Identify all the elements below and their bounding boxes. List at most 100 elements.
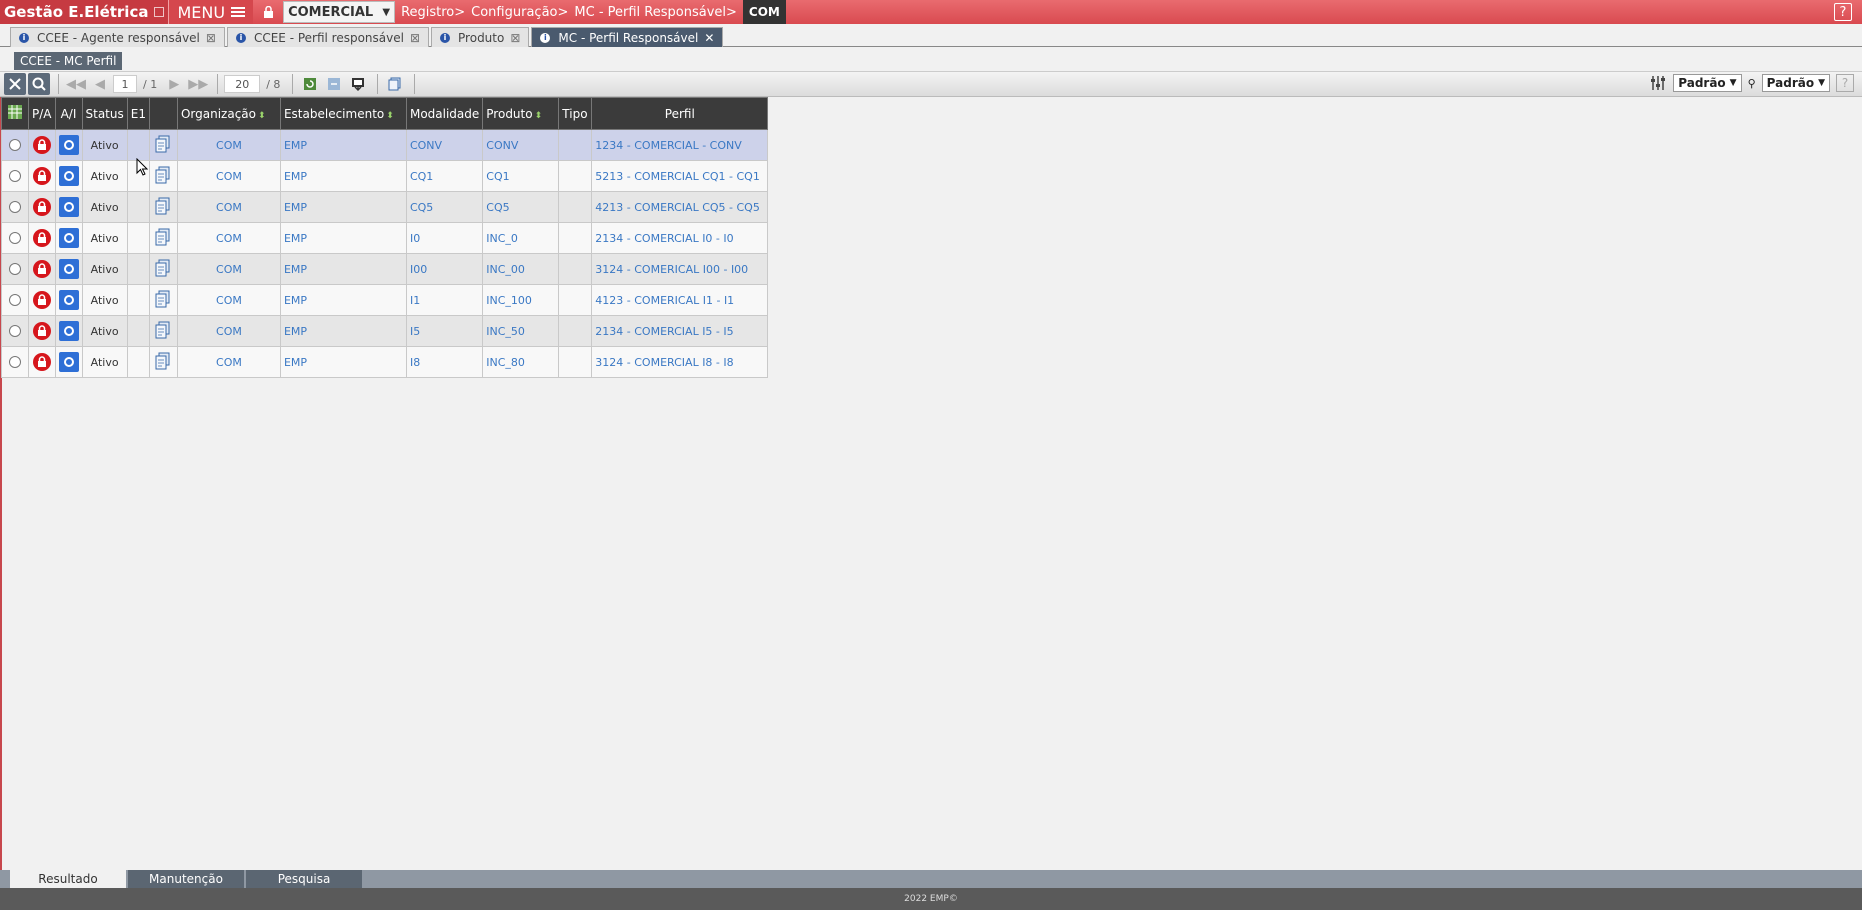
table-row[interactable]: Ativo COM EMP I0 INC_0 2134 - COMERCIAL I0 - … <box>1 222 769 254</box>
table-row[interactable]: Ativo COM EMP I8 INC_80 3124 - COMERCIAL I8 -… <box>1 346 769 378</box>
row-radio[interactable] <box>9 263 21 275</box>
row-radio[interactable] <box>9 201 21 213</box>
produto-cell[interactable]: INC_80 <box>482 346 560 378</box>
detail-cell[interactable] <box>148 191 178 223</box>
perfil-cell[interactable]: 1234 - COMERCIAL - CONV <box>591 129 769 161</box>
help-button-small[interactable]: ? <box>1836 74 1854 92</box>
lock-icon[interactable] <box>32 229 51 247</box>
ai-cell[interactable] <box>54 160 83 192</box>
close-icon[interactable]: ⊠ <box>510 31 520 45</box>
detail-cell[interactable] <box>148 222 178 254</box>
organizacao-cell[interactable]: COM <box>176 346 281 378</box>
row-select-cell[interactable] <box>1 253 29 285</box>
modalidade-cell[interactable]: I1 <box>405 284 484 316</box>
row-select-cell[interactable] <box>1 222 29 254</box>
search-button[interactable] <box>28 73 50 95</box>
lock-icon[interactable] <box>32 167 51 185</box>
column-header-status[interactable]: Status <box>81 97 128 130</box>
lock-icon[interactable] <box>32 353 51 371</box>
column-header-ai[interactable]: A/I <box>54 97 83 130</box>
modalidade-cell[interactable]: CONV <box>405 129 484 161</box>
perfil-cell[interactable]: 2134 - COMERCIAL I0 - I0 <box>591 222 769 254</box>
table-row[interactable]: Ativo COM EMP I00 INC_00 3124 - COMERICAL I00… <box>1 253 769 285</box>
toggle-active-icon[interactable] <box>58 352 79 372</box>
toggle-active-icon[interactable] <box>58 321 79 341</box>
pa-cell[interactable] <box>28 191 56 223</box>
minimize-icon[interactable] <box>154 7 165 17</box>
perfil-cell[interactable]: 4213 - COMERCIAL CQ5 - CQ5 <box>591 191 769 223</box>
view-select[interactable]: Padrão ▼ <box>1673 74 1742 92</box>
row-radio[interactable] <box>9 325 21 337</box>
document-icon[interactable] <box>155 135 171 156</box>
produto-cell[interactable]: CQ1 <box>482 160 560 192</box>
close-icon[interactable]: ⊠ <box>206 31 216 45</box>
column-header-estabelecimento[interactable]: Estabelecimento ⬍ <box>279 97 407 130</box>
organizacao-cell[interactable]: COM <box>176 160 281 192</box>
modalidade-cell[interactable]: I8 <box>405 346 484 378</box>
ai-cell[interactable] <box>54 222 83 254</box>
toggle-active-icon[interactable] <box>58 228 79 248</box>
document-icon[interactable] <box>155 352 171 373</box>
document-icon[interactable] <box>155 166 171 187</box>
table-row[interactable]: Ativo COM EMP CQ5 CQ5 4213 - COMERCIAL CQ5 - … <box>1 191 769 223</box>
row-radio[interactable] <box>9 356 21 368</box>
tab-resultado[interactable]: Resultado <box>10 870 126 888</box>
column-header-organizacao[interactable]: Organização ⬍ <box>176 97 281 130</box>
organizacao-cell[interactable]: COM <box>176 315 281 347</box>
column-header-tipo[interactable]: Tipo <box>558 97 593 130</box>
detail-cell[interactable] <box>148 315 178 347</box>
document-icon[interactable] <box>155 259 171 280</box>
ai-cell[interactable] <box>54 253 83 285</box>
table-row[interactable]: Ativo COM EMP I5 INC_50 2134 - COMERCIAL I5 -… <box>1 315 769 347</box>
lock-icon[interactable] <box>32 136 51 154</box>
detail-cell[interactable] <box>148 160 178 192</box>
estabelecimento-cell[interactable]: EMP <box>279 346 407 378</box>
subtab-ccee-mc-perfil[interactable]: CCEE - MC Perfil <box>14 52 123 70</box>
estabelecimento-cell[interactable]: EMP <box>279 222 407 254</box>
copy-button[interactable] <box>384 73 406 95</box>
pa-cell[interactable] <box>28 253 56 285</box>
ai-cell[interactable] <box>54 346 83 378</box>
organizacao-cell[interactable]: COM <box>176 284 281 316</box>
modalidade-cell[interactable]: CQ5 <box>405 191 484 223</box>
estabelecimento-cell[interactable]: EMP <box>279 160 407 192</box>
detail-cell[interactable] <box>148 129 178 161</box>
filter-select[interactable]: Padrão ▼ <box>1761 74 1830 92</box>
last-page-button[interactable]: ▶▶ <box>187 73 209 95</box>
row-select-cell[interactable] <box>1 284 29 316</box>
table-row[interactable]: Ativo COM EMP CQ1 CQ1 5213 - COMERCIAL CQ1 - … <box>1 160 769 192</box>
produto-cell[interactable]: INC_0 <box>482 222 560 254</box>
row-radio[interactable] <box>9 139 21 151</box>
estabelecimento-cell[interactable]: EMP <box>279 253 407 285</box>
produto-cell[interactable]: INC_00 <box>482 253 560 285</box>
document-icon[interactable] <box>155 197 171 218</box>
column-header-modalidade[interactable]: Modalidade <box>405 97 484 130</box>
row-select-cell[interactable] <box>1 315 29 347</box>
estabelecimento-cell[interactable]: EMP <box>279 284 407 316</box>
modalidade-cell[interactable]: I0 <box>405 222 484 254</box>
tab-mc-perfil[interactable]: i MC - Perfil Responsável ✕ <box>531 27 724 47</box>
toggle-active-icon[interactable] <box>58 290 79 310</box>
produto-cell[interactable]: INC_50 <box>482 315 560 347</box>
row-select-cell[interactable] <box>1 160 29 192</box>
close-icon[interactable]: ✕ <box>704 31 714 45</box>
lock-icon[interactable] <box>253 0 283 24</box>
pa-cell[interactable] <box>28 160 56 192</box>
first-page-button[interactable]: ◀◀ <box>65 73 87 95</box>
row-select-cell[interactable] <box>1 346 29 378</box>
modalidade-cell[interactable]: CQ1 <box>405 160 484 192</box>
document-icon[interactable] <box>155 321 171 342</box>
pa-cell[interactable] <box>28 284 56 316</box>
estabelecimento-cell[interactable]: EMP <box>279 129 407 161</box>
prev-page-button[interactable]: ◀ <box>89 73 111 95</box>
organizacao-cell[interactable]: COM <box>176 129 281 161</box>
column-header-pa[interactable]: P/A <box>28 97 56 130</box>
row-select-cell[interactable] <box>1 191 29 223</box>
tab-ccee-agente[interactable]: i CCEE - Agente responsável ⊠ <box>10 27 225 47</box>
table-row[interactable]: Ativo COM EMP I1 INC_100 4123 - COMERICAL I1 … <box>1 284 769 316</box>
estabelecimento-cell[interactable]: EMP <box>279 315 407 347</box>
column-selector[interactable] <box>1 97 29 130</box>
toggle-active-icon[interactable] <box>58 135 79 155</box>
pa-cell[interactable] <box>28 346 56 378</box>
lock-icon[interactable] <box>32 198 51 216</box>
